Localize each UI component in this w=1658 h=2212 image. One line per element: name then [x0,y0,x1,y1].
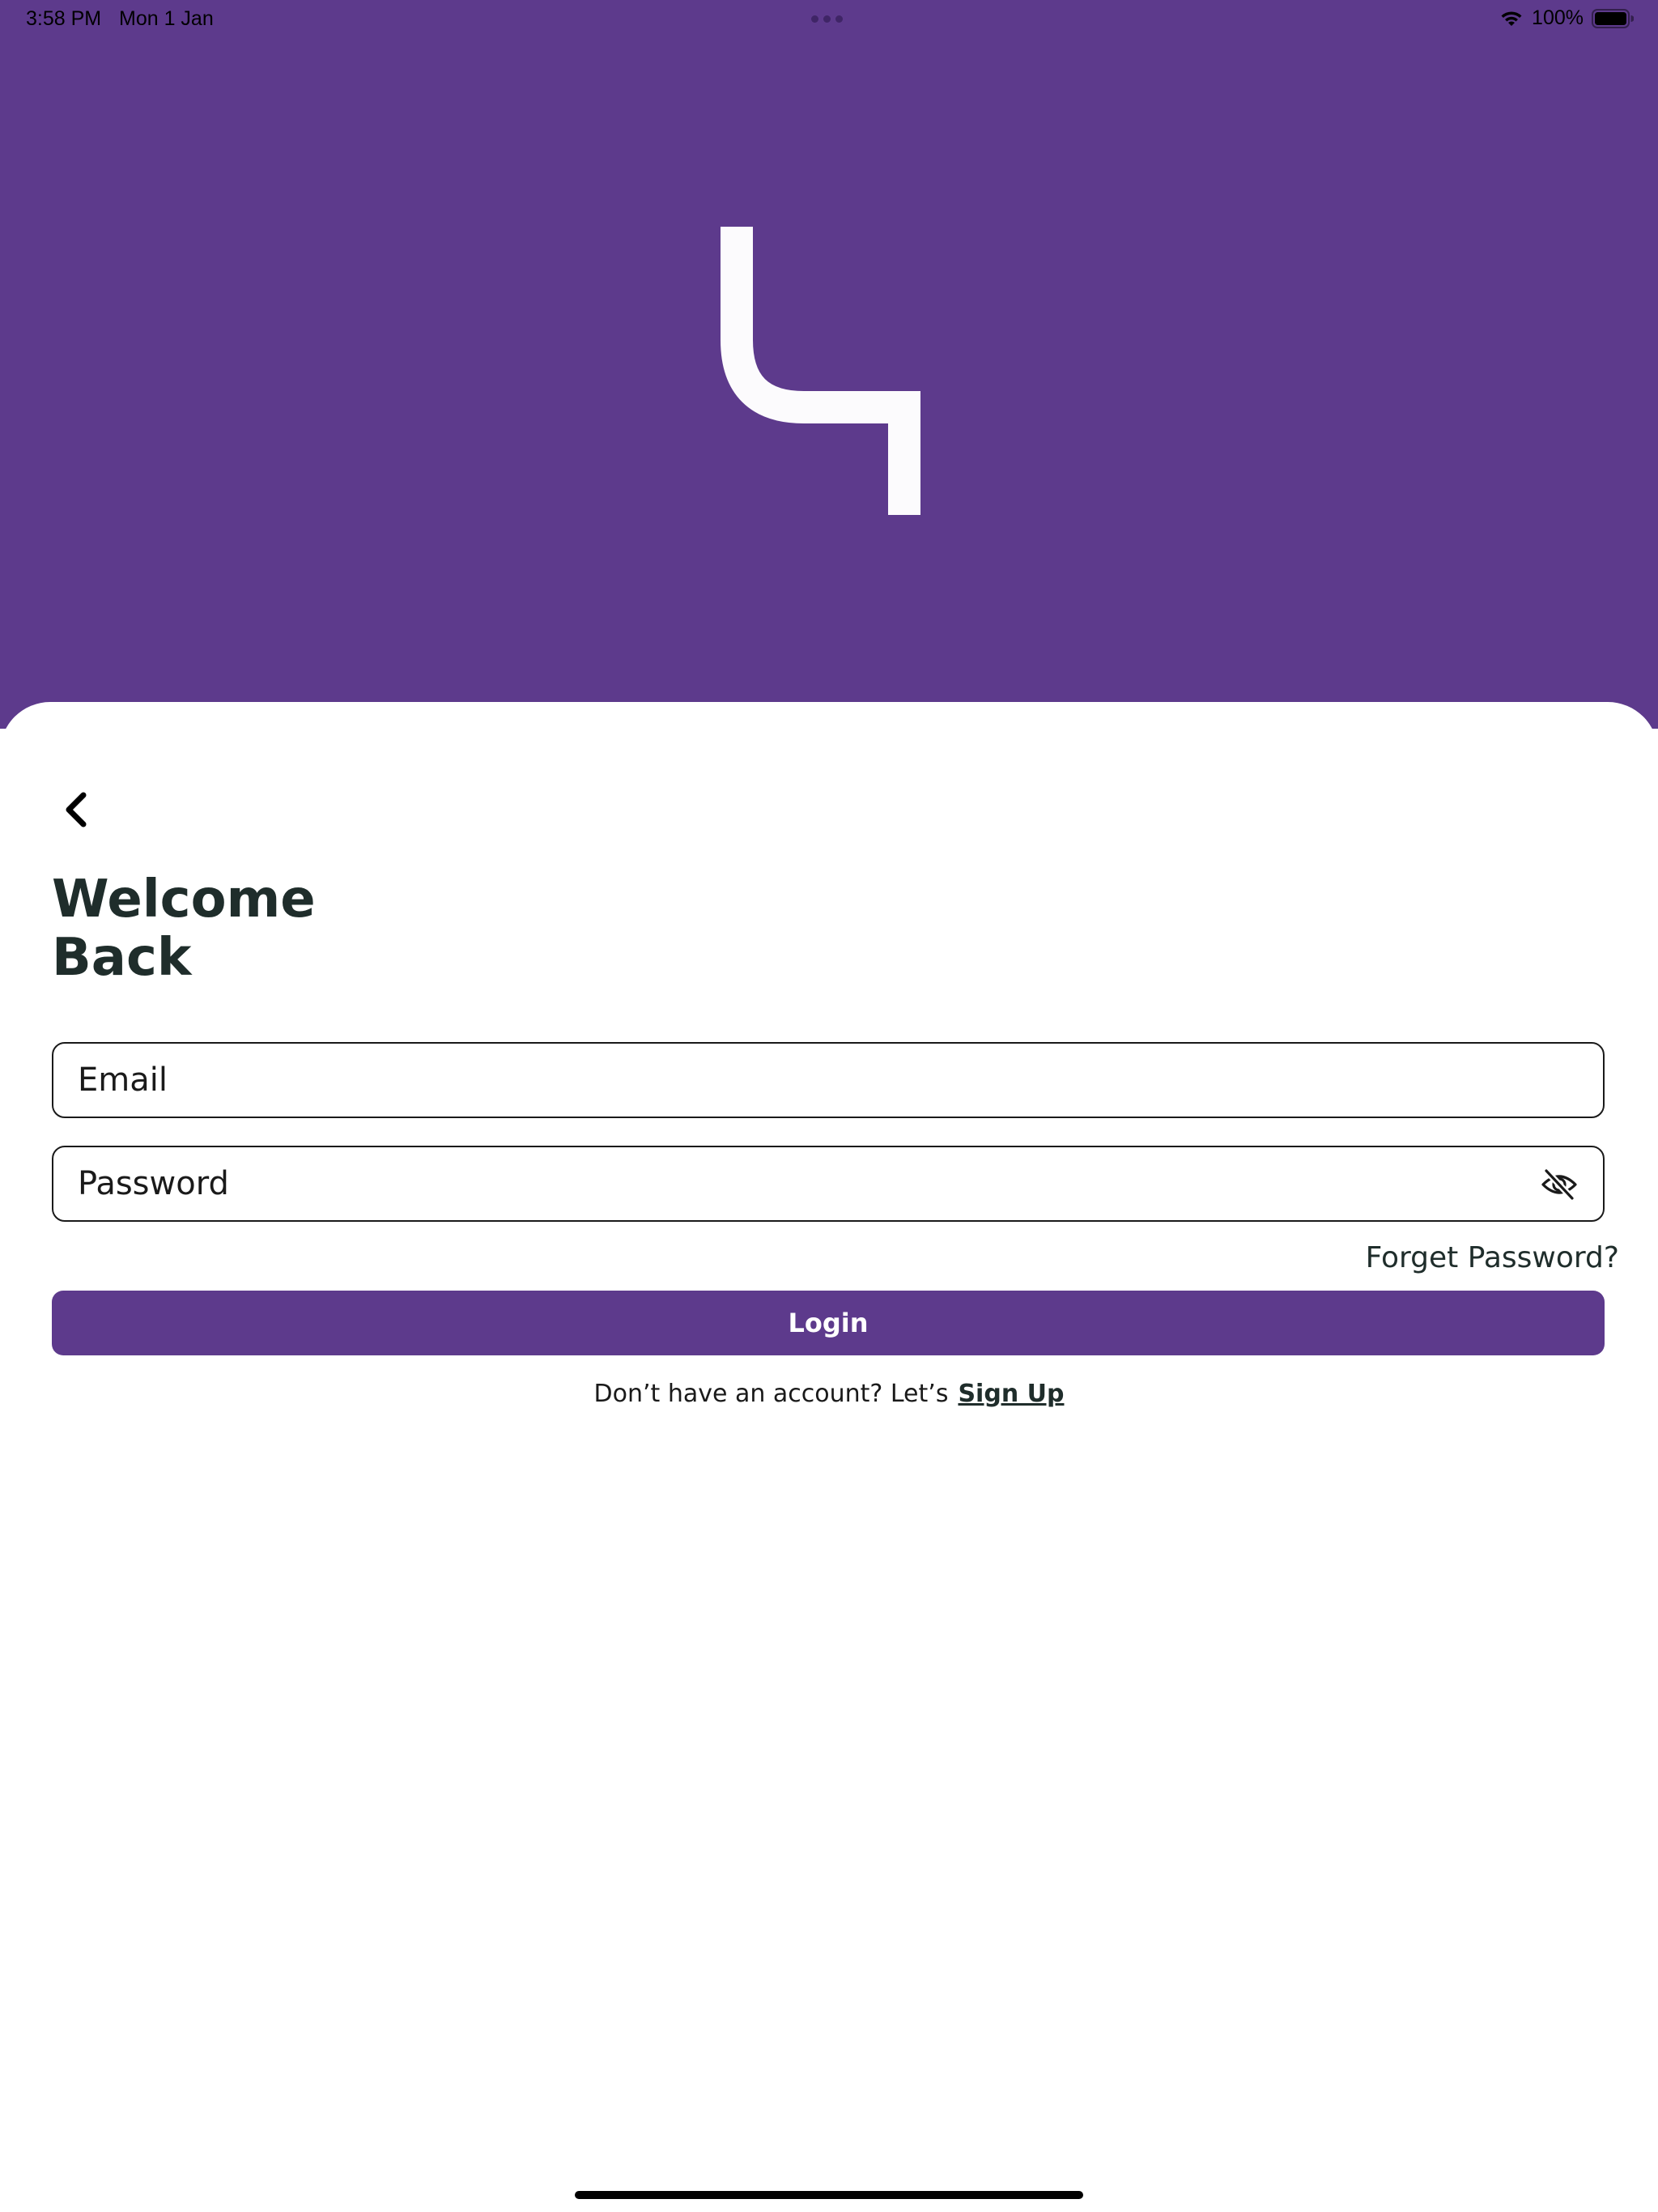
email-input[interactable] [53,1044,1603,1117]
status-bar: 3:58 PM Mon 1 Jan 100% [0,0,1658,39]
status-date: Mon 1 Jan [119,7,214,30]
chevron-left-icon [66,792,87,827]
status-right-group: 100% [1499,6,1634,30]
page-title-line1: Welcome [52,870,316,929]
password-visibility-toggle[interactable] [1540,1167,1579,1202]
signup-prompt: Don’t have an account? Let’s [593,1380,949,1408]
back-button[interactable] [52,785,100,834]
email-field[interactable] [52,1042,1605,1118]
battery-percent: 100% [1532,6,1584,29]
login-button[interactable]: Login [52,1291,1605,1355]
page-title: Welcome Back [52,870,538,987]
status-time: 3:58 PM [26,7,102,30]
signup-row: Don’t have an account? Let’s Sign Up [0,1380,1658,1408]
forgot-password-link[interactable]: Forget Password? [1366,1241,1619,1274]
brand-header: 3:58 PM Mon 1 Jan 100% [0,0,1658,729]
brand-logo [721,227,920,515]
password-input[interactable] [53,1147,1603,1220]
password-field[interactable] [52,1146,1605,1222]
page-title-line2: Back [52,928,192,988]
wifi-icon [1501,11,1522,26]
signup-link[interactable]: Sign Up [958,1380,1064,1408]
battery-full-icon [1592,8,1634,28]
multitasking-dots-icon[interactable] [811,15,843,23]
eye-off-icon [1541,1168,1577,1201]
home-indicator[interactable] [575,2191,1083,2199]
